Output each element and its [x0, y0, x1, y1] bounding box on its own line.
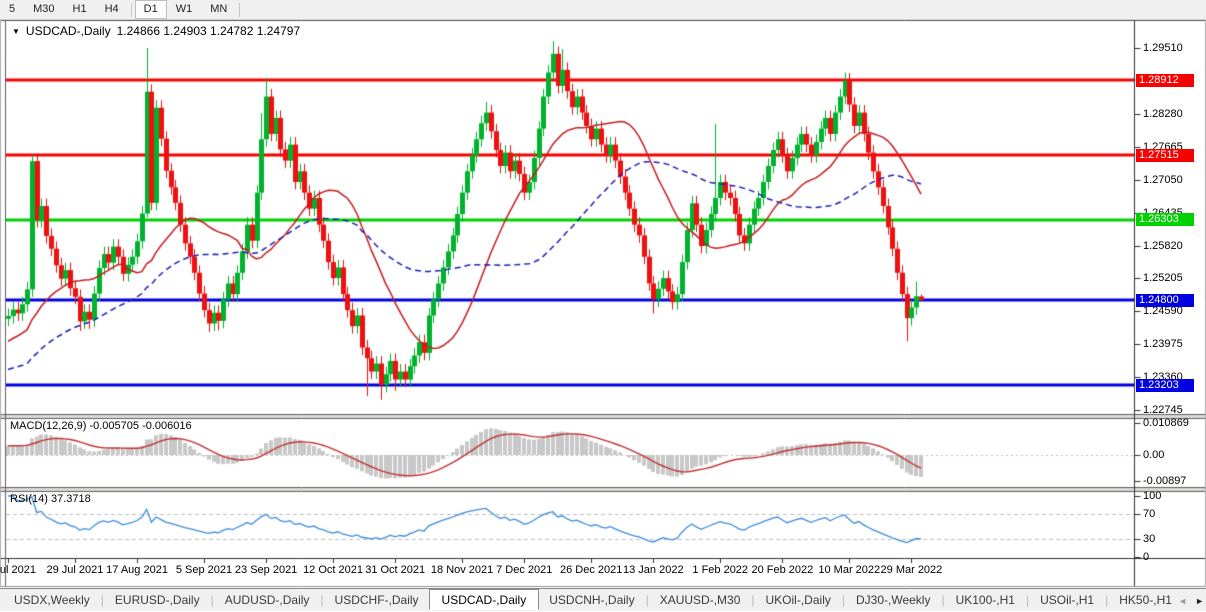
price-axis-tick: 1.25205: [1143, 272, 1183, 285]
timeframe-button-h4[interactable]: H4: [96, 0, 128, 19]
timeframe-button-d1[interactable]: D1: [134, 0, 167, 19]
tab-audusd-daily[interactable]: AUDUSD-,Daily: [215, 591, 320, 609]
macd-indicator-label: MACD(12,26,9) -0.005705 -0.006016: [10, 420, 192, 432]
timeframe-button-5[interactable]: 5: [0, 0, 24, 19]
toolbar-separator: [130, 2, 132, 17]
date-axis-label: 13 Jan 2022: [623, 564, 684, 576]
price-axis-tick: 1.28280: [1143, 108, 1183, 121]
price-axis-tick: 1.24590: [1143, 305, 1183, 318]
date-axis-label: 7 Dec 2021: [496, 564, 553, 576]
symbol-tab-bar: USDX,Weekly | EURUSD-,Daily | AUDUSD-,Daily |…: [0, 588, 1206, 611]
chart-title: ▼ USDCAD-,Daily 1.24866 1.24903 1.24782 1.…: [12, 24, 300, 38]
tab-usdcnh-daily[interactable]: USDCNH-,Daily: [539, 591, 644, 609]
tab-scroll-left-icon[interactable]: ◄: [1178, 596, 1187, 606]
tab-xauusd-m30[interactable]: XAUUSD-,M30: [650, 591, 751, 609]
macd-axis-tick: 0.010869: [1143, 417, 1189, 429]
timeframe-button-mn[interactable]: MN: [201, 0, 236, 19]
macd-axis-tick: 0.00: [1143, 449, 1165, 461]
date-axis-label: 31 Oct 2021: [365, 564, 426, 576]
toolbar-separator: [239, 2, 241, 17]
timeframe-button-h1[interactable]: H1: [64, 0, 96, 19]
rsi-axis-tick: 0: [1143, 551, 1150, 563]
date-axis-label: 26 Dec 2021: [559, 564, 623, 576]
date-axis-label: 29 Jul 2021: [46, 564, 104, 576]
price-level-badge: 1.27515: [1136, 148, 1194, 162]
date-axis-label: 11 Jul 2021: [0, 564, 37, 576]
tab-eurusd-daily[interactable]: EURUSD-,Daily: [105, 591, 210, 609]
timeframe-button-w1[interactable]: W1: [167, 0, 202, 19]
date-axis-label: 12 Oct 2021: [303, 564, 363, 576]
price-axis-tick: 1.25820: [1143, 239, 1183, 252]
symbol-dropdown-icon[interactable]: ▼: [12, 27, 20, 36]
tab-uk100-h1[interactable]: UK100-,H1: [946, 591, 1025, 609]
price-level-badge: 1.23203: [1136, 378, 1194, 392]
price-level-badge: 1.26303: [1136, 213, 1194, 227]
date-axis-label: 18 Nov 2021: [430, 564, 494, 576]
price-level-badge: 1.28912: [1136, 73, 1194, 87]
price-axis-tick: 1.27050: [1143, 173, 1183, 186]
date-axis-label: 1 Feb 2022: [692, 564, 749, 576]
timeframe-button-m30[interactable]: M30: [24, 0, 63, 19]
price-axis-tick: 1.22745: [1143, 403, 1183, 416]
date-axis-label: 29 Mar 2022: [880, 564, 943, 576]
rsi-axis-tick: 100: [1143, 490, 1162, 502]
tab-usdchf-daily[interactable]: USDCHF-,Daily: [325, 591, 429, 609]
rsi-axis-tick: 70: [1143, 508, 1156, 521]
rsi-axis-tick: 30: [1143, 532, 1156, 545]
tab-hk50-h1[interactable]: HK50-,H1: [1109, 591, 1182, 609]
tab-scrollers: ◄ ►: [1178, 589, 1204, 612]
tab-usdcad-daily[interactable]: USDCAD-,Daily: [428, 589, 540, 610]
price-axis-tick: 1.29510: [1143, 42, 1183, 55]
tab-dj30-weekly[interactable]: DJ30-,Weekly: [846, 591, 940, 609]
tab-usdx-weekly[interactable]: USDX,Weekly: [4, 591, 100, 609]
date-axis-label: 20 Feb 2022: [751, 564, 814, 576]
tab-usoil-h1[interactable]: USOil-,H1: [1030, 591, 1104, 609]
date-axis-label: 23 Sep 2021: [234, 564, 298, 576]
date-axis-label: 17 Aug 2021: [106, 564, 168, 576]
macd-axis-tick: -0.00897: [1143, 475, 1187, 488]
tab-ukoil-daily[interactable]: UKOil-,Daily: [756, 591, 841, 609]
price-level-badge: 1.24800: [1136, 293, 1194, 307]
timeframe-toolbar: 5 M30 H1 H4 D1 W1 MN: [0, 0, 1206, 20]
price-axis-tick: 1.23975: [1143, 338, 1183, 351]
chart-ohlc-values: 1.24866 1.24903 1.24782 1.24797: [116, 24, 301, 38]
date-axis-label: 10 Mar 2022: [818, 564, 881, 576]
tab-scroll-right-icon[interactable]: ►: [1195, 596, 1204, 606]
chart-canvas[interactable]: [0, 20, 1206, 611]
chart-symbol: USDCAD-,Daily: [25, 24, 111, 38]
rsi-indicator-label: RSI(14) 37.3718: [10, 493, 91, 505]
date-axis-label: 5 Sep 2021: [175, 564, 233, 576]
